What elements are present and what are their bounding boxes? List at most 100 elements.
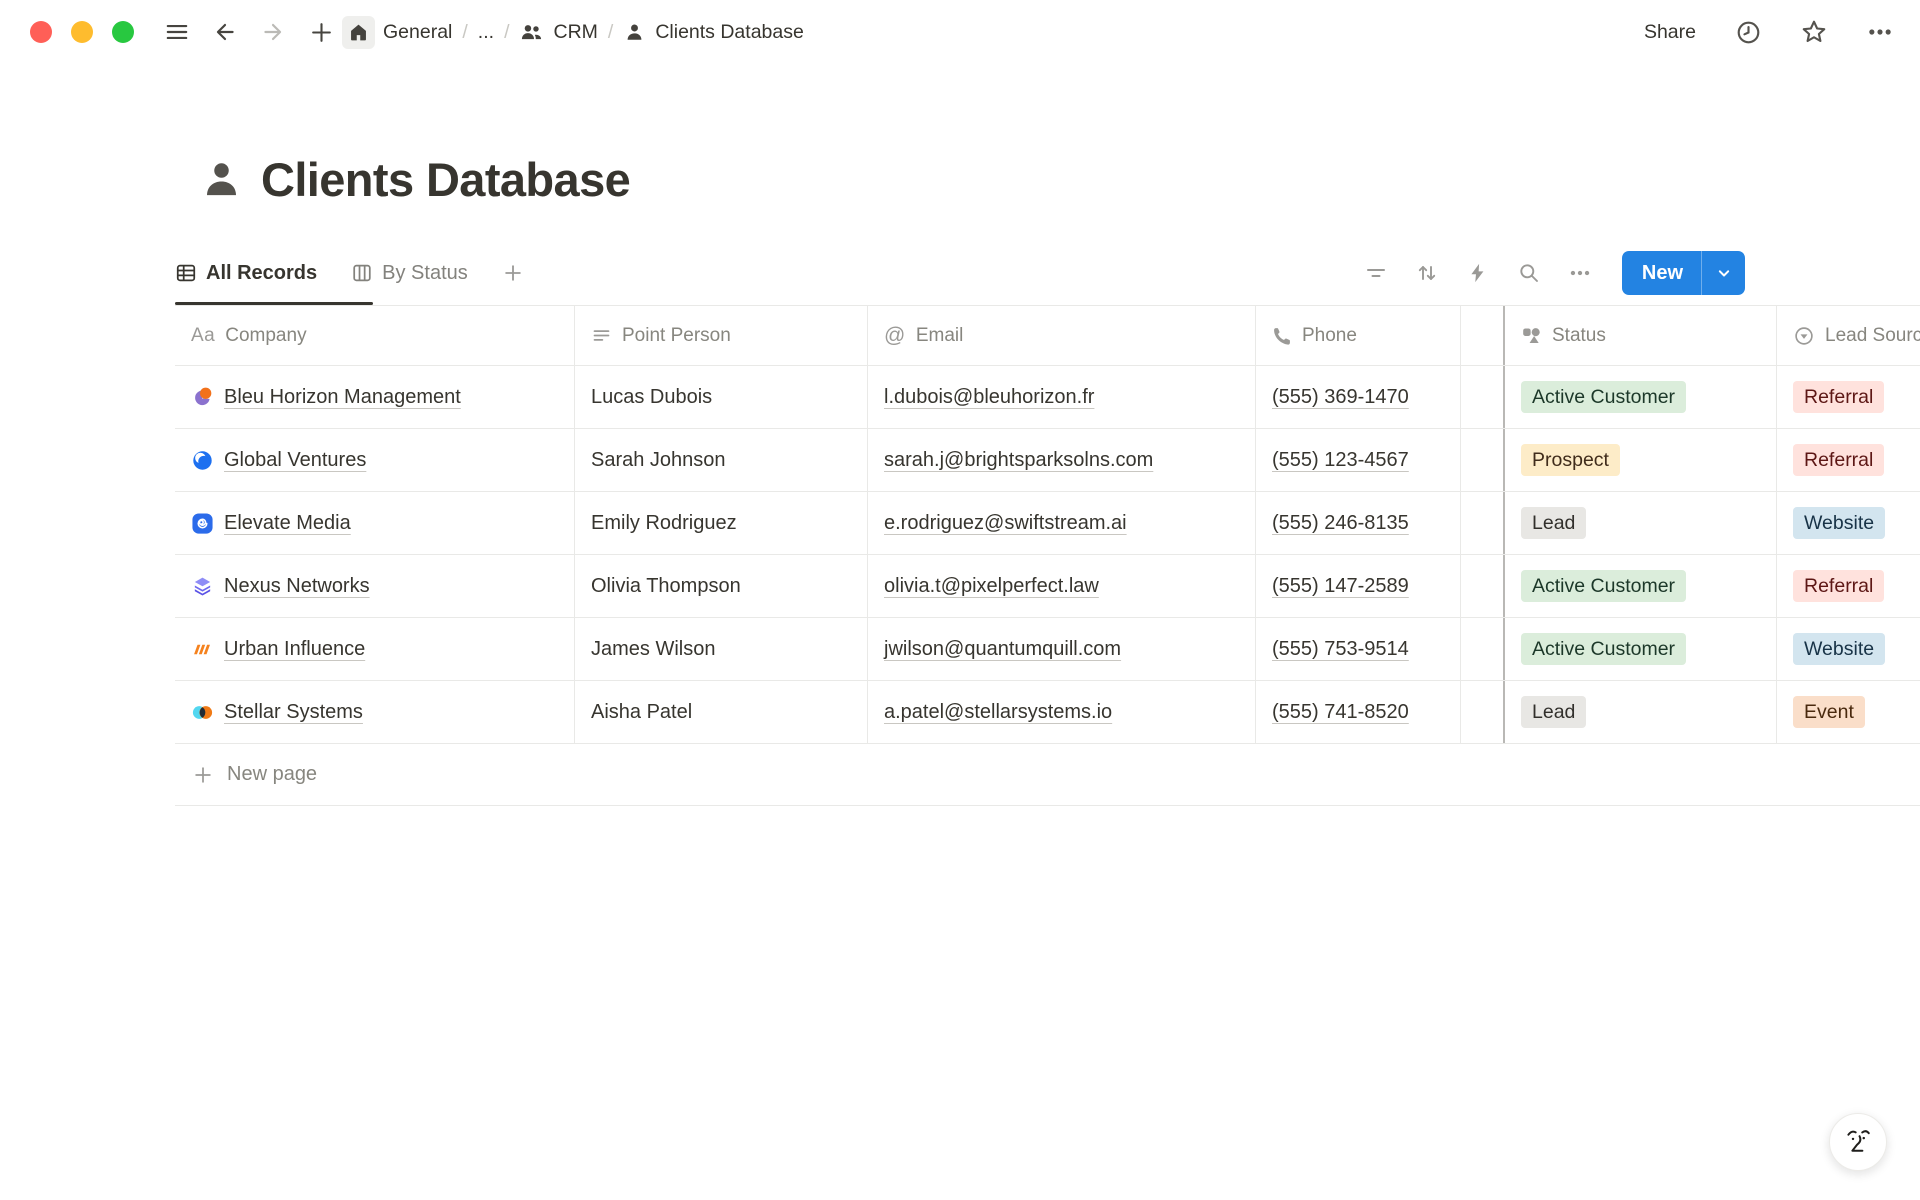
phone-cell[interactable]: (555) 147-2589 — [1256, 555, 1461, 617]
point-person-cell[interactable]: Sarah Johnson — [575, 429, 868, 491]
column-header-email[interactable]: @ Email — [868, 306, 1256, 365]
company-cell[interactable]: Nexus Networks — [175, 555, 575, 617]
lead-source-badge: Referral — [1793, 381, 1884, 413]
email-link[interactable]: a.patel@stellarsystems.io — [884, 701, 1112, 724]
new-tab-button[interactable] — [304, 15, 338, 49]
column-header-status[interactable]: Status — [1503, 306, 1777, 365]
point-person-value: Emily Rodriguez — [591, 512, 737, 535]
email-link[interactable]: jwilson@quantumquill.com — [884, 638, 1121, 661]
breadcrumb-item-crm[interactable]: CRM — [511, 16, 605, 49]
company-page-link[interactable]: Stellar Systems — [224, 701, 363, 724]
close-window-button[interactable] — [30, 21, 52, 43]
phone-link[interactable]: (555) 741-8520 — [1272, 701, 1409, 724]
point-person-cell[interactable]: Olivia Thompson — [575, 555, 868, 617]
lead-source-cell[interactable]: Referral — [1777, 555, 1920, 617]
favorite-button[interactable] — [1800, 18, 1828, 46]
lead-source-cell[interactable]: Referral — [1777, 429, 1920, 491]
email-cell[interactable]: l.dubois@bleuhorizon.fr — [868, 366, 1256, 428]
lead-source-badge: Website — [1793, 633, 1885, 665]
new-record-dropdown-button[interactable] — [1701, 251, 1745, 295]
view-options-button[interactable] — [1566, 259, 1594, 287]
phone-cell[interactable]: (555) 123-4567 — [1256, 429, 1461, 491]
global-ventures-logo-icon — [191, 449, 214, 472]
views-toolbar: All Records By Status — [175, 244, 1745, 302]
email-cell[interactable]: olivia.t@pixelperfect.law — [868, 555, 1256, 617]
breadcrumb-label: ... — [478, 21, 494, 44]
add-view-button[interactable] — [502, 262, 524, 284]
status-cell[interactable]: Lead — [1503, 492, 1777, 554]
phone-cell[interactable]: (555) 369-1470 — [1256, 366, 1461, 428]
status-cell[interactable]: Active Customer — [1503, 618, 1777, 680]
company-cell[interactable]: Bleu Horizon Management — [175, 366, 575, 428]
status-cell[interactable]: Lead — [1503, 681, 1777, 743]
email-link[interactable]: l.dubois@bleuhorizon.fr — [884, 386, 1094, 409]
phone-link[interactable]: (555) 753-9514 — [1272, 638, 1409, 661]
automations-button[interactable] — [1464, 259, 1492, 287]
status-cell[interactable]: Prospect — [1503, 429, 1777, 491]
email-link[interactable]: e.rodriguez@swiftstream.ai — [884, 512, 1127, 535]
new-record-button[interactable]: New — [1622, 251, 1701, 295]
breadcrumb-home-button[interactable] — [342, 16, 375, 49]
point-person-cell[interactable]: Aisha Patel — [575, 681, 868, 743]
point-person-cell[interactable]: James Wilson — [575, 618, 868, 680]
status-cell[interactable]: Active Customer — [1503, 555, 1777, 617]
status-cell[interactable]: Active Customer — [1503, 366, 1777, 428]
company-page-link[interactable]: Nexus Networks — [224, 575, 370, 598]
more-options-button[interactable] — [1866, 18, 1894, 46]
zoom-window-button[interactable] — [112, 21, 134, 43]
ai-assistant-button[interactable] — [1829, 1113, 1887, 1171]
breadcrumb-item-ellipsis[interactable]: ... — [470, 17, 502, 48]
company-page-link[interactable]: Global Ventures — [224, 449, 366, 472]
filter-button[interactable] — [1362, 259, 1390, 287]
email-cell[interactable]: sarah.j@brightsparksolns.com — [868, 429, 1256, 491]
company-page-link[interactable]: Urban Influence — [224, 638, 365, 661]
column-gap — [1461, 306, 1503, 365]
breadcrumb-item-general[interactable]: General — [375, 17, 460, 48]
search-button[interactable] — [1515, 259, 1543, 287]
sidebar-menu-button[interactable] — [160, 15, 194, 49]
records-table: Aa Company Point Person @ Email Phone St… — [175, 305, 1920, 806]
share-button[interactable]: Share — [1644, 21, 1696, 44]
phone-cell[interactable]: (555) 246-8135 — [1256, 492, 1461, 554]
company-cell[interactable]: Global Ventures — [175, 429, 575, 491]
email-cell[interactable]: a.patel@stellarsystems.io — [868, 681, 1256, 743]
sort-button[interactable] — [1413, 259, 1441, 287]
email-link[interactable]: sarah.j@brightsparksolns.com — [884, 449, 1153, 472]
company-page-link[interactable]: Elevate Media — [224, 512, 351, 535]
page-title[interactable]: Clients Database — [261, 152, 630, 207]
phone-link[interactable]: (555) 246-8135 — [1272, 512, 1409, 535]
company-page-link[interactable]: Bleu Horizon Management — [224, 386, 461, 409]
back-button[interactable] — [208, 15, 242, 49]
lead-source-cell[interactable]: Event — [1777, 681, 1920, 743]
column-header-lead-source[interactable]: Lead Source — [1777, 306, 1920, 365]
tab-by-status[interactable]: By Status — [351, 262, 468, 285]
tab-all-records[interactable]: All Records — [175, 262, 317, 285]
history-button[interactable] — [1734, 18, 1762, 46]
company-cell[interactable]: Urban Influence — [175, 618, 575, 680]
phone-cell[interactable]: (555) 741-8520 — [1256, 681, 1461, 743]
phone-link[interactable]: (555) 123-4567 — [1272, 449, 1409, 472]
breadcrumb-item-clients-database[interactable]: Clients Database — [615, 17, 812, 48]
column-header-phone[interactable]: Phone — [1256, 306, 1461, 365]
lead-source-cell[interactable]: Website — [1777, 618, 1920, 680]
point-person-cell[interactable]: Emily Rodriguez — [575, 492, 868, 554]
email-cell[interactable]: jwilson@quantumquill.com — [868, 618, 1256, 680]
minimize-window-button[interactable] — [71, 21, 93, 43]
phone-link[interactable]: (555) 369-1470 — [1272, 386, 1409, 409]
phone-cell[interactable]: (555) 753-9514 — [1256, 618, 1461, 680]
company-cell[interactable]: Stellar Systems — [175, 681, 575, 743]
table-row: Bleu Horizon Management Lucas Dubois l.d… — [175, 366, 1920, 429]
lead-source-cell[interactable]: Website — [1777, 492, 1920, 554]
point-person-cell[interactable]: Lucas Dubois — [575, 366, 868, 428]
email-link[interactable]: olivia.t@pixelperfect.law — [884, 575, 1099, 598]
column-header-point-person[interactable]: Point Person — [575, 306, 868, 365]
column-header-company[interactable]: Aa Company — [175, 306, 575, 365]
lead-source-cell[interactable]: Referral — [1777, 366, 1920, 428]
table-row: Nexus Networks Olivia Thompson olivia.t@… — [175, 555, 1920, 618]
email-cell[interactable]: e.rodriguez@swiftstream.ai — [868, 492, 1256, 554]
new-page-row[interactable]: New page — [175, 744, 1920, 806]
company-cell[interactable]: Elevate Media — [175, 492, 575, 554]
point-person-value: Lucas Dubois — [591, 386, 712, 409]
forward-button[interactable] — [256, 15, 290, 49]
phone-link[interactable]: (555) 147-2589 — [1272, 575, 1409, 598]
